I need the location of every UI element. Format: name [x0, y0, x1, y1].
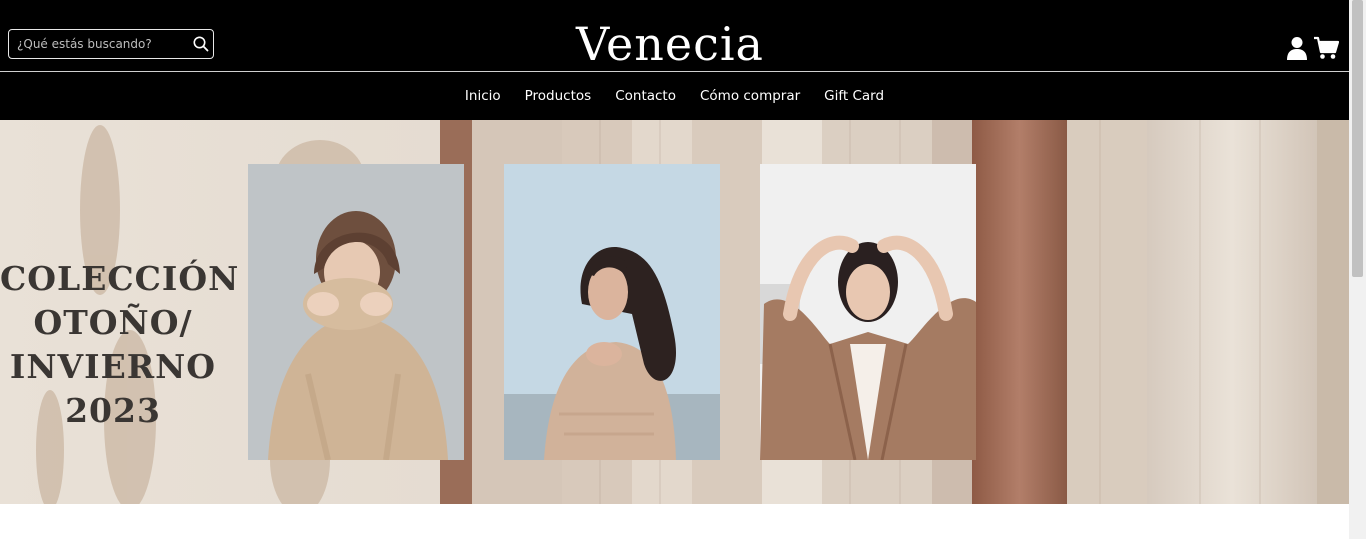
- nav-list: Inicio Productos Contacto Cómo comprar G…: [0, 72, 1349, 120]
- page: Venecia Inicio Productos: [0, 0, 1349, 539]
- nav-link-contacto[interactable]: Contacto: [615, 88, 676, 104]
- nav-link-inicio[interactable]: Inicio: [465, 88, 501, 104]
- hero-title-line-3: INVIERNO: [9, 347, 217, 387]
- nav-item-como-comprar: Cómo comprar: [700, 87, 800, 105]
- nav-item-contacto: Contacto: [615, 87, 676, 105]
- scrollbar-thumb[interactable]: [1352, 0, 1363, 277]
- search-input[interactable]: [9, 30, 189, 58]
- model-photo-1: [248, 164, 464, 460]
- nav-link-como-comprar[interactable]: Cómo comprar: [700, 88, 800, 104]
- hero-title: COLECCIÓN OTOÑO/ INVIERNO 2023: [0, 257, 240, 433]
- header-actions: [1285, 35, 1340, 61]
- cart-icon[interactable]: [1313, 35, 1340, 61]
- user-icon[interactable]: [1285, 35, 1309, 61]
- search-box: [8, 29, 214, 59]
- search-icon[interactable]: [191, 34, 211, 54]
- model-photo-2: [504, 164, 720, 460]
- hero-title-line-2: OTOÑO/: [33, 303, 193, 343]
- header: Venecia: [0, 0, 1349, 71]
- hero-title-line-4: 2023: [65, 391, 161, 431]
- nav-item-productos: Productos: [525, 87, 592, 105]
- nav-link-productos[interactable]: Productos: [525, 88, 592, 104]
- hero-title-line-1: COLECCIÓN: [0, 259, 240, 299]
- site-logo[interactable]: Venecia: [560, 13, 780, 75]
- hero-banner[interactable]: COLECCIÓN OTOÑO/ INVIERNO 2023: [0, 120, 1349, 504]
- nav-link-gift-card[interactable]: Gift Card: [824, 88, 884, 104]
- nav-item-inicio: Inicio: [465, 87, 501, 105]
- page-scrollbar[interactable]: [1349, 0, 1366, 539]
- model-photo-3: [760, 164, 976, 460]
- nav-item-gift-card: Gift Card: [824, 87, 884, 105]
- main-nav: Inicio Productos Contacto Cómo comprar G…: [0, 72, 1349, 120]
